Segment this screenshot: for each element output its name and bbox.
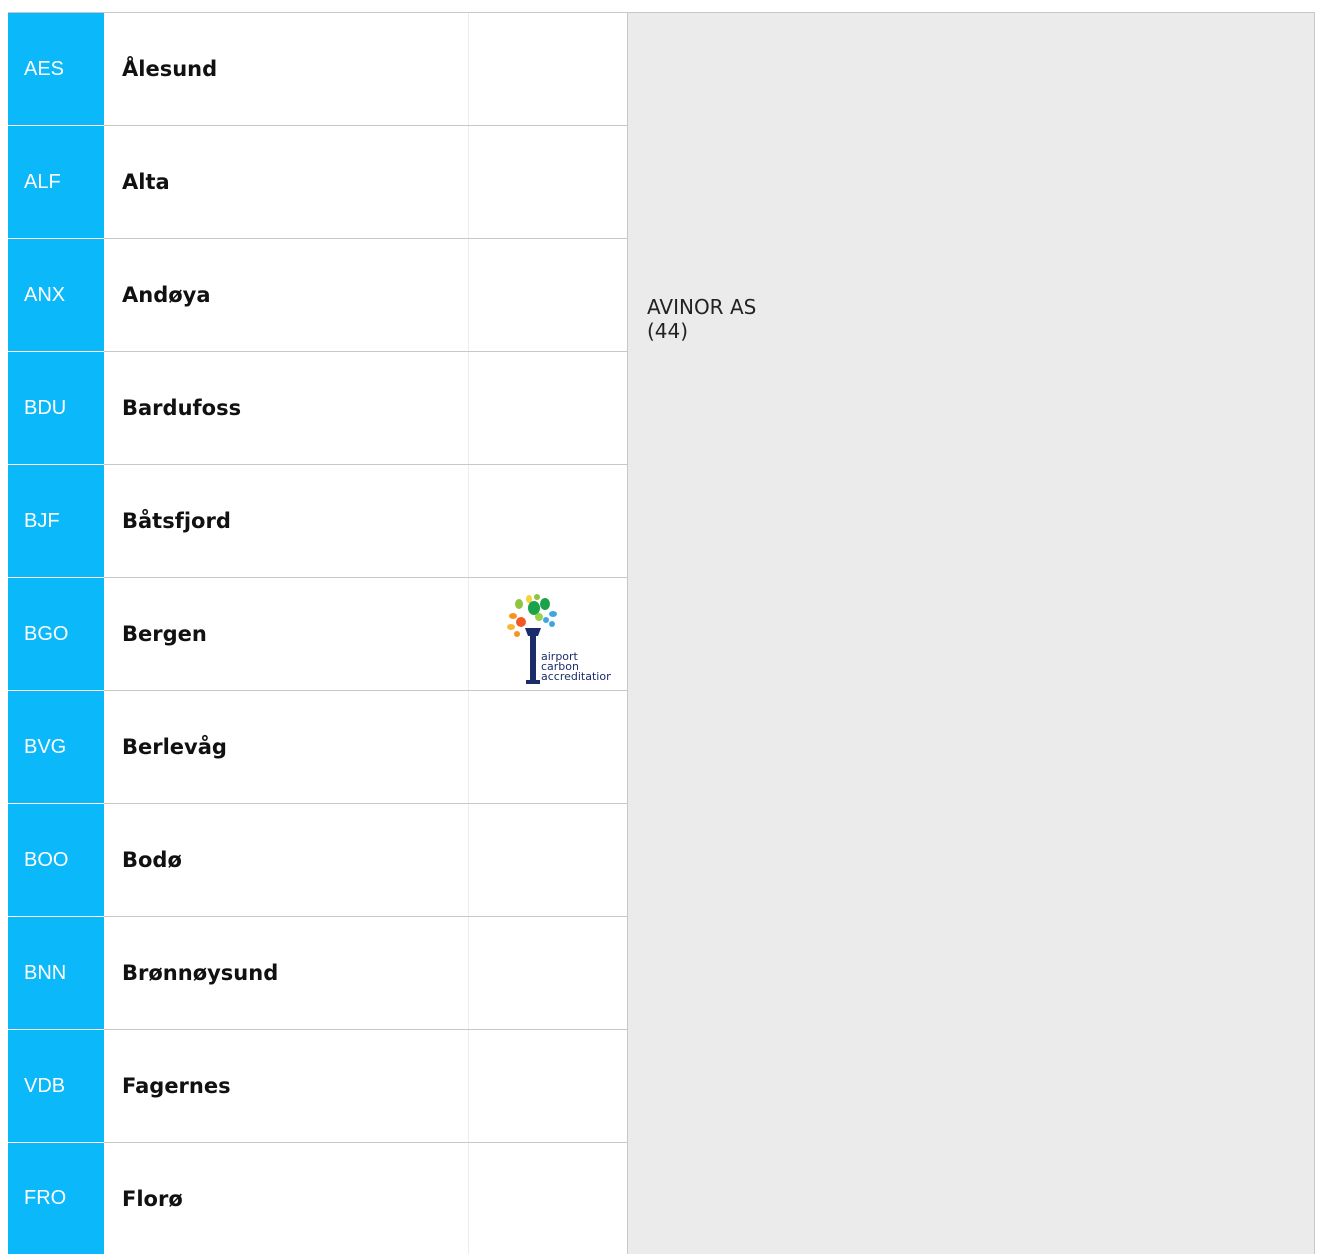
airport-row[interactable]: FRO Florø bbox=[8, 1143, 628, 1254]
airport-code: BGO bbox=[8, 578, 104, 690]
airport-name[interactable]: Florø bbox=[122, 1143, 628, 1254]
operator-panel: AVINOR AS (44) bbox=[628, 13, 1315, 1254]
airport-code: FRO bbox=[8, 1143, 104, 1254]
airport-code: VDB bbox=[8, 1030, 104, 1142]
airport-code: BDU bbox=[8, 352, 104, 464]
airport-code: BOO bbox=[8, 804, 104, 916]
airport-code: BJF bbox=[8, 465, 104, 577]
svg-text:accreditation: accreditation bbox=[541, 670, 611, 683]
airport-name[interactable]: Alta bbox=[122, 126, 628, 238]
operator-name[interactable]: AVINOR AS bbox=[647, 295, 756, 319]
airport-row[interactable]: BOO Bodø bbox=[8, 804, 628, 917]
airport-code: ALF bbox=[8, 126, 104, 238]
airport-name[interactable]: Andøya bbox=[122, 239, 628, 351]
airport-name[interactable]: Ålesund bbox=[122, 13, 628, 125]
airport-row[interactable]: AES Ålesund bbox=[8, 13, 628, 126]
airport-name[interactable]: Bardufoss bbox=[122, 352, 628, 464]
airport-code: BVG bbox=[8, 691, 104, 803]
airport-row[interactable]: BNN Brønnøysund bbox=[8, 917, 628, 1030]
airport-row[interactable]: BDU Bardufoss bbox=[8, 352, 628, 465]
operator-info: AVINOR AS (44) bbox=[647, 295, 756, 343]
airport-row[interactable]: ANX Andøya bbox=[8, 239, 628, 352]
operator-airport-count: (44) bbox=[647, 319, 689, 343]
airport-name[interactable]: Brønnøysund bbox=[122, 917, 628, 1029]
control-tower-icon bbox=[525, 628, 541, 684]
airport-table-container: AES Ålesund ALF Alta ANX Andøya BDU Bard… bbox=[8, 12, 1315, 1254]
airport-code: BNN bbox=[8, 917, 104, 1029]
airport-row[interactable]: VDB Fagernes bbox=[8, 1030, 628, 1143]
airport-name[interactable]: Berlevåg bbox=[122, 691, 628, 803]
airport-row[interactable]: BVG Berlevåg bbox=[8, 691, 628, 804]
airport-code: AES bbox=[8, 13, 104, 125]
airport-row[interactable]: BJF Båtsfjord bbox=[8, 465, 628, 578]
airport-name[interactable]: Båtsfjord bbox=[122, 465, 628, 577]
airport-row[interactable]: ALF Alta bbox=[8, 126, 628, 239]
airport-carbon-accreditation-logo: airport carbon accreditation bbox=[507, 594, 611, 684]
airport-code: ANX bbox=[8, 239, 104, 351]
airport-name[interactable]: Bodø bbox=[122, 804, 628, 916]
airport-name[interactable]: Fagernes bbox=[122, 1030, 628, 1142]
